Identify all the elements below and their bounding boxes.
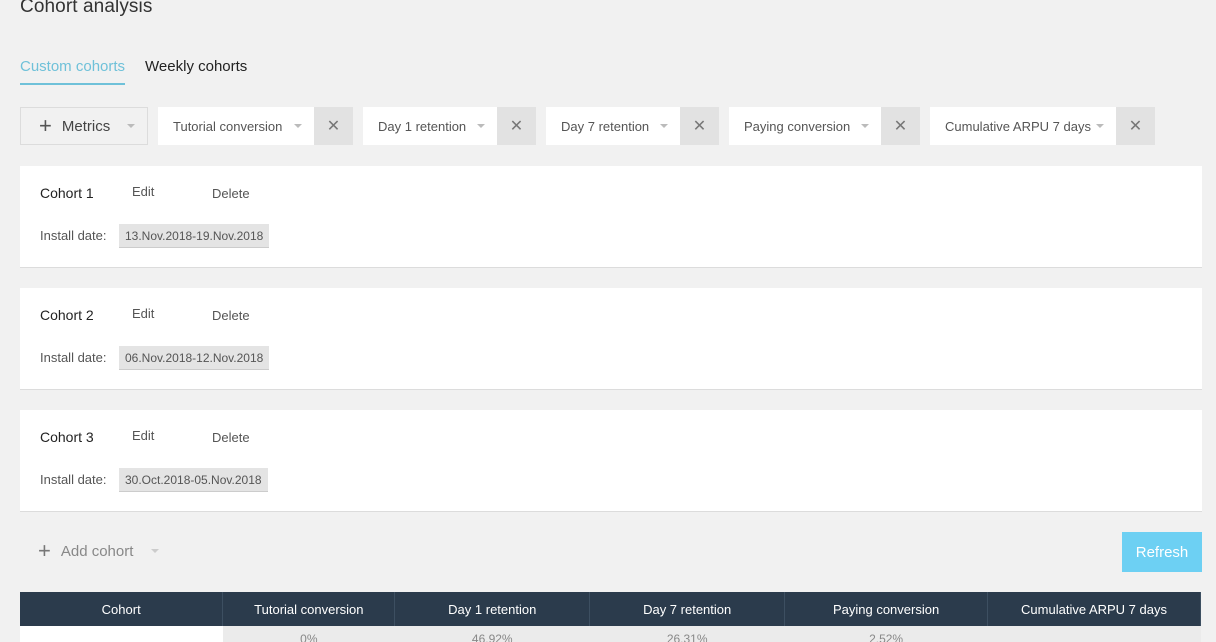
chevron-down-icon bbox=[151, 549, 160, 553]
close-icon: ✕ bbox=[326, 118, 341, 135]
table-header-row: Cohort Tutorial conversion Day 1 retenti… bbox=[20, 592, 1201, 626]
install-date-label: Install date: bbox=[40, 228, 107, 243]
remove-metric-tutorial-conversion-button[interactable]: ✕ bbox=[314, 107, 353, 145]
metrics-button-label: Metrics bbox=[61, 117, 111, 135]
delete-cohort-button[interactable]: Delete bbox=[212, 308, 250, 323]
column-header[interactable]: Cumulative ARPU 7 days bbox=[987, 592, 1201, 626]
column-header[interactable]: Day 7 retention bbox=[589, 592, 786, 626]
table-cell bbox=[20, 626, 223, 642]
column-header[interactable]: Day 1 retention bbox=[394, 592, 591, 626]
install-date-field[interactable]: 13.Nov.2018-19.Nov.2018 bbox=[119, 224, 270, 248]
cohort-name: Cohort 1 bbox=[40, 185, 94, 201]
chevron-down-icon bbox=[861, 124, 869, 128]
column-header[interactable]: Cohort bbox=[20, 592, 224, 626]
install-date-label: Install date: bbox=[40, 472, 107, 487]
edit-cohort-button[interactable]: Edit bbox=[132, 306, 154, 321]
metric-chip-day1-retention: Day 1 retention ✕ bbox=[363, 107, 536, 145]
metric-chip-label: Cumulative ARPU 7 days bbox=[945, 118, 1091, 134]
cohort-name: Cohort 3 bbox=[40, 429, 94, 445]
close-icon: ✕ bbox=[509, 118, 524, 135]
column-header[interactable]: Paying conversion bbox=[784, 592, 989, 626]
close-icon: ✕ bbox=[1128, 118, 1143, 135]
edit-cohort-button[interactable]: Edit bbox=[132, 184, 154, 199]
table-cell bbox=[987, 626, 1201, 642]
chevron-down-icon bbox=[660, 124, 668, 128]
install-date-field[interactable]: 30.Oct.2018-05.Nov.2018 bbox=[119, 468, 268, 492]
metric-chip-label: Day 1 retention bbox=[378, 118, 467, 134]
install-date-label: Install date: bbox=[40, 350, 107, 365]
cohort-card-3: Cohort 3 Edit Delete Install date: 30.Oc… bbox=[20, 410, 1202, 512]
delete-cohort-button[interactable]: Delete bbox=[212, 430, 250, 445]
chevron-down-icon bbox=[477, 124, 485, 128]
cohort-tabs: Custom cohorts Weekly cohorts bbox=[20, 58, 247, 85]
edit-cohort-button[interactable]: Edit bbox=[132, 428, 154, 443]
metric-chip-label: Day 7 retention bbox=[561, 118, 650, 134]
remove-metric-day7-retention-button[interactable]: ✕ bbox=[680, 107, 719, 145]
metric-select-day1-retention[interactable]: Day 1 retention bbox=[363, 107, 497, 145]
plus-icon: + bbox=[39, 113, 52, 138]
remove-metric-paying-conversion-button[interactable]: ✕ bbox=[881, 107, 920, 145]
add-cohort-label: Add cohort bbox=[60, 542, 134, 560]
chevron-down-icon bbox=[127, 124, 135, 128]
tab-weekly-cohorts[interactable]: Weekly cohorts bbox=[145, 58, 247, 85]
page-title: Cohort analysis bbox=[20, 0, 153, 17]
chevron-down-icon bbox=[1096, 124, 1104, 128]
results-table: Cohort Tutorial conversion Day 1 retenti… bbox=[20, 592, 1201, 642]
tab-custom-cohorts[interactable]: Custom cohorts bbox=[20, 58, 126, 85]
metric-chip-label: Tutorial conversion bbox=[173, 118, 283, 134]
cohort-name: Cohort 2 bbox=[40, 307, 94, 323]
remove-metric-day1-retention-button[interactable]: ✕ bbox=[497, 107, 536, 145]
table-cell: 0% bbox=[222, 626, 395, 642]
metric-select-paying-conversion[interactable]: Paying conversion bbox=[729, 107, 881, 145]
metrics-button[interactable]: + Metrics bbox=[20, 107, 148, 145]
metric-chip-day7-retention: Day 7 retention ✕ bbox=[546, 107, 719, 145]
metric-chip-paying-conversion: Paying conversion ✕ bbox=[729, 107, 920, 145]
delete-cohort-button[interactable]: Delete bbox=[212, 186, 250, 201]
metric-chip-cumulative-arpu: Cumulative ARPU 7 days ✕ bbox=[930, 107, 1155, 145]
metric-select-cumulative-arpu[interactable]: Cumulative ARPU 7 days bbox=[930, 107, 1116, 145]
metric-chip-label: Paying conversion bbox=[744, 118, 851, 134]
cohort-card-2: Cohort 2 Edit Delete Install date: 06.No… bbox=[20, 288, 1202, 390]
column-header[interactable]: Tutorial conversion bbox=[222, 592, 396, 626]
refresh-button[interactable]: Refresh bbox=[1122, 532, 1202, 572]
cohort-card-1: Cohort 1 Edit Delete Install date: 13.No… bbox=[20, 166, 1202, 268]
metric-chip-tutorial-conversion: Tutorial conversion ✕ bbox=[158, 107, 353, 145]
metric-select-day7-retention[interactable]: Day 7 retention bbox=[546, 107, 680, 145]
table-cell: 26.31% bbox=[589, 626, 785, 642]
metric-select-tutorial-conversion[interactable]: Tutorial conversion bbox=[158, 107, 314, 145]
install-date-field[interactable]: 06.Nov.2018-12.Nov.2018 bbox=[119, 346, 270, 370]
table-cell: 2.52% bbox=[784, 626, 988, 642]
close-icon: ✕ bbox=[692, 118, 707, 135]
metrics-row: + Metrics Tutorial conversion ✕ Day 1 re… bbox=[20, 107, 1155, 145]
chevron-down-icon bbox=[294, 124, 302, 128]
table-row: 0% 46.92% 26.31% 2.52% bbox=[20, 626, 1201, 642]
close-icon: ✕ bbox=[893, 118, 908, 135]
add-cohort-button[interactable]: + Add cohort bbox=[38, 538, 160, 563]
table-cell: 46.92% bbox=[394, 626, 590, 642]
remove-metric-cumulative-arpu-button[interactable]: ✕ bbox=[1116, 107, 1155, 145]
plus-icon: + bbox=[38, 538, 51, 563]
